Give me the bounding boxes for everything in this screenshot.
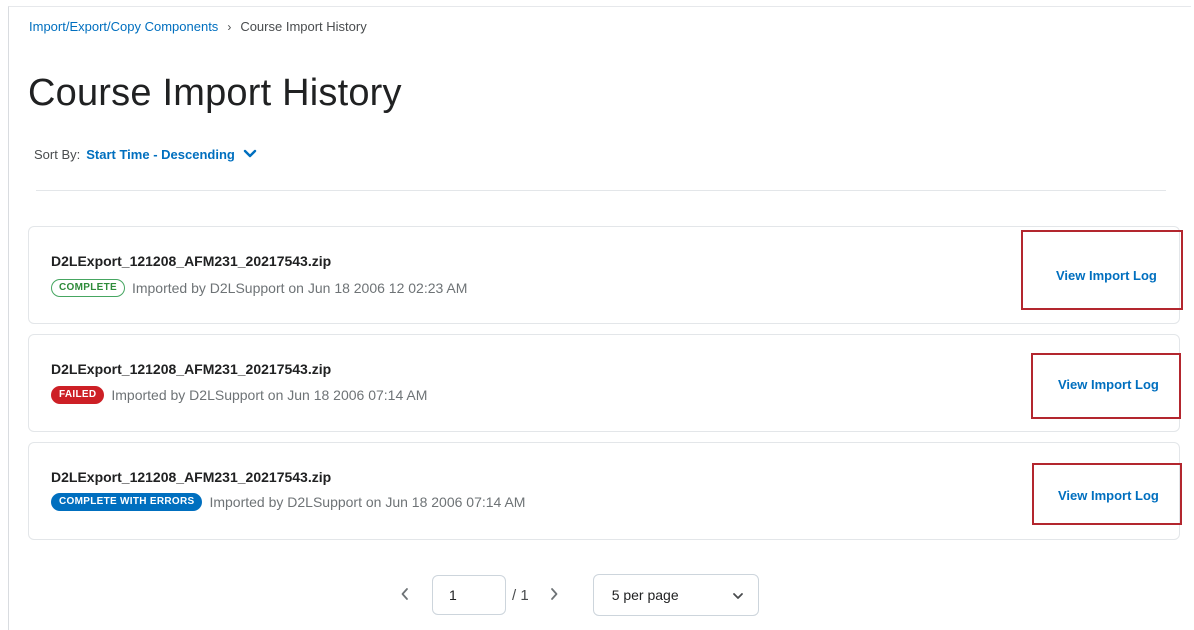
status-badge: COMPLETE WITH ERRORS: [51, 493, 203, 511]
import-filename: D2LExport_121208_AFM231_20217543.zip: [51, 361, 332, 377]
chevron-down-icon: [732, 587, 744, 603]
sort-dropdown[interactable]: Start Time - Descending: [86, 147, 235, 162]
import-meta: FAILED Imported by D2LSupport on Jun 18 …: [51, 386, 427, 404]
chevron-left-icon[interactable]: [390, 585, 420, 606]
import-details: Imported by D2LSupport on Jun 18 2006 12…: [131, 280, 468, 296]
import-card: D2LExport_121208_AFM231_20217543.zip COM…: [28, 442, 1180, 540]
sort-control: Sort By: Start Time - Descending: [34, 147, 257, 162]
chevron-right-icon[interactable]: [539, 585, 569, 606]
breadcrumb-current: Course Import History: [240, 19, 367, 34]
pagination: / 1 5 per page: [390, 574, 759, 616]
page-total: / 1: [512, 586, 529, 604]
import-meta: COMPLETE Imported by D2LSupport on Jun 1…: [51, 279, 467, 297]
import-card: D2LExport_121208_AFM231_20217543.zip FAI…: [28, 334, 1180, 432]
status-badge: COMPLETE: [51, 279, 125, 297]
per-page-select[interactable]: 5 per page: [592, 574, 759, 616]
status-badge: FAILED: [51, 386, 105, 404]
import-meta: COMPLETE WITH ERRORS Imported by D2LSupp…: [51, 493, 525, 511]
breadcrumb: Import/Export/Copy Components › Course I…: [29, 19, 367, 34]
sort-label: Sort By:: [34, 147, 81, 162]
per-page-value: 5 per page: [611, 587, 679, 603]
import-filename: D2LExport_121208_AFM231_20217543.zip: [51, 253, 332, 269]
highlight-box: [1021, 230, 1183, 310]
chevron-down-icon[interactable]: [243, 147, 257, 162]
import-filename: D2LExport_121208_AFM231_20217543.zip: [51, 469, 332, 485]
highlight-box: [1031, 353, 1181, 419]
import-card: D2LExport_121208_AFM231_20217543.zip COM…: [28, 226, 1180, 324]
import-details: Imported by D2LSupport on Jun 18 2006 07…: [209, 494, 526, 510]
breadcrumb-separator: ›: [227, 19, 232, 34]
breadcrumb-link-import-export[interactable]: Import/Export/Copy Components: [29, 19, 218, 34]
highlight-box: [1032, 463, 1182, 525]
import-details: Imported by D2LSupport on Jun 18 2006 07…: [111, 387, 428, 403]
divider: [36, 190, 1166, 191]
page-number-input[interactable]: [432, 575, 506, 615]
page-title: Course Import History: [28, 72, 402, 114]
